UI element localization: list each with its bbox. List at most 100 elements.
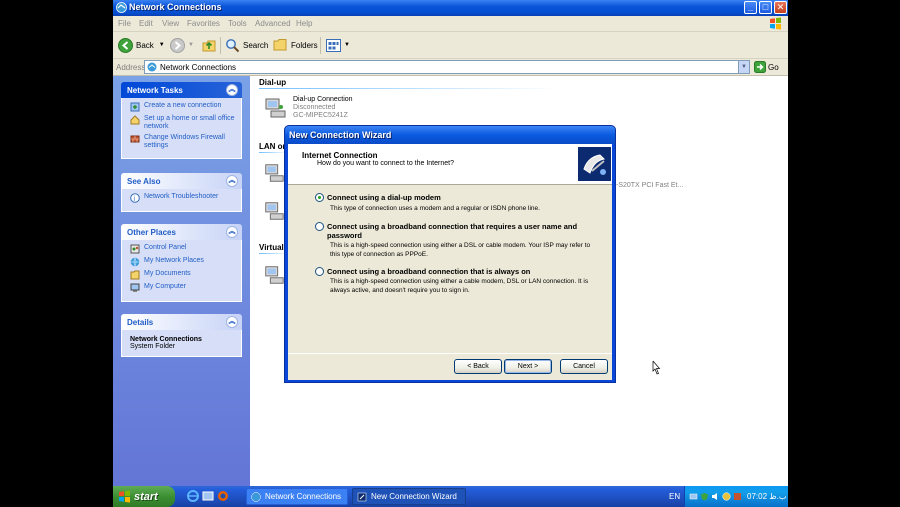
control-panel-icon	[130, 244, 140, 254]
views-button[interactable]: ▼	[326, 37, 350, 53]
task-firewall-settings[interactable]: Change Windows Firewall settings	[130, 134, 235, 150]
see-also-header[interactable]: See Also ︽	[121, 173, 242, 189]
other-places-header[interactable]: Other Places ︽	[121, 224, 242, 240]
collapse-chevron-icon[interactable]: ︽	[226, 175, 238, 187]
dialup-connection-item[interactable]: Dial-up Connection Disconnected GC-MIPEC…	[263, 96, 353, 120]
group-divider	[259, 88, 559, 89]
details-title: Details	[127, 317, 154, 327]
tray-network-icon[interactable]	[689, 492, 698, 501]
taskbar-button-new-connection-wizard[interactable]: New Connection Wizard	[352, 488, 466, 505]
windows-flag-icon	[119, 490, 130, 503]
dialup-connection-name: Dial-up Connection	[293, 96, 353, 103]
radio-broadband-always-on[interactable]	[315, 267, 324, 276]
address-input[interactable]: Network Connections ▼	[144, 60, 750, 74]
task-network-troubleshooter[interactable]: i Network Troubleshooter	[130, 193, 235, 203]
details-header[interactable]: Details ︽	[121, 314, 242, 330]
option-dialup-label[interactable]: Connect using a dial-up modem	[327, 193, 605, 202]
window-title-bar[interactable]: Network Connections _ □ ✕	[113, 0, 788, 16]
search-label: Search	[243, 40, 269, 50]
search-button[interactable]: Search	[225, 37, 268, 53]
menu-bar: File Edit View Favorites Tools Advanced …	[113, 16, 788, 32]
documents-icon	[130, 270, 140, 280]
folders-icon	[273, 39, 287, 51]
firewall-icon	[130, 135, 140, 143]
dialup-connection-status: Disconnected	[293, 104, 336, 111]
wizard-cancel-button[interactable]: Cancel	[560, 359, 608, 374]
show-desktop-icon[interactable]	[202, 490, 214, 502]
menu-tools[interactable]: Tools	[228, 19, 247, 28]
other-places-title: Other Places	[127, 227, 176, 237]
language-indicator[interactable]: EN	[669, 492, 680, 501]
taskbar-button-label: New Connection Wizard	[371, 492, 457, 501]
wizard-header-title: Internet Connection	[302, 151, 378, 160]
back-button[interactable]: Back ▼	[118, 37, 165, 53]
place-label: My Documents	[144, 270, 191, 277]
folders-button[interactable]: Folders	[273, 37, 318, 53]
task-create-new-connection[interactable]: Create a new connection	[130, 102, 235, 112]
network-connections-icon	[116, 2, 127, 13]
collapse-chevron-icon[interactable]: ︽	[226, 84, 238, 96]
virtual-connection-icon[interactable]	[263, 264, 285, 286]
lan-connection-icon[interactable]	[263, 200, 285, 222]
menu-edit[interactable]: Edit	[139, 19, 153, 28]
up-folder-icon[interactable]	[201, 37, 217, 53]
menu-favorites[interactable]: Favorites	[187, 19, 220, 28]
tray-security-icon[interactable]	[722, 492, 731, 501]
start-button[interactable]: start	[113, 486, 175, 507]
option-broadband-always-on-label[interactable]: Connect using a broadband connection tha…	[327, 267, 605, 276]
views-dropdown-icon[interactable]: ▼	[344, 42, 350, 48]
details-type: System Folder	[130, 343, 176, 350]
place-my-documents[interactable]: My Documents	[130, 270, 235, 280]
quick-launch	[187, 490, 229, 502]
wizard-back-button[interactable]: < Back	[454, 359, 502, 374]
place-my-computer[interactable]: My Computer	[130, 283, 235, 293]
toolbar: Back ▼ ▼ Search Folders ▼	[113, 32, 788, 59]
go-label: Go	[768, 62, 779, 72]
radio-broadband-user-password[interactable]	[315, 222, 324, 231]
collapse-chevron-icon[interactable]: ︽	[226, 316, 238, 328]
option-broadband-user-password-label[interactable]: Connect using a broadband connection tha…	[327, 222, 605, 240]
views-icon	[326, 38, 341, 52]
tray-shield-icon[interactable]	[700, 492, 709, 501]
task-home-network[interactable]: Set up a home or small office network	[130, 115, 235, 131]
maximize-button[interactable]: □	[759, 1, 772, 14]
tray-app-icon[interactable]	[733, 492, 742, 501]
go-button[interactable]: Go	[754, 60, 779, 74]
close-button[interactable]: ✕	[774, 1, 787, 14]
other-places-panel: Other Places ︽ Control Panel My Network …	[121, 224, 242, 302]
firefox-icon[interactable]	[217, 490, 229, 502]
wizard-header: Internet Connection How do you want to c…	[288, 144, 612, 185]
address-dropdown-icon[interactable]: ▼	[738, 61, 749, 73]
tray-volume-icon[interactable]	[711, 492, 720, 501]
clock[interactable]: 07:02 ب.ظ	[747, 492, 786, 501]
network-tasks-header[interactable]: Network Tasks ︽	[121, 82, 242, 98]
back-dropdown-icon[interactable]: ▼	[159, 42, 165, 48]
menu-file[interactable]: File	[118, 19, 131, 28]
system-tray: 07:02 ب.ظ	[684, 486, 788, 507]
address-label: Address	[116, 63, 146, 72]
wizard-title-bar[interactable]: New Connection Wizard	[285, 126, 615, 144]
lan-connection-icon[interactable]	[263, 162, 285, 184]
place-my-network-places[interactable]: My Network Places	[130, 257, 235, 267]
option-dialup-description: This type of connection uses a modem and…	[330, 205, 540, 212]
place-control-panel[interactable]: Control Panel	[130, 244, 235, 254]
network-connections-icon	[251, 491, 261, 502]
forward-dropdown-icon[interactable]: ▼	[188, 42, 194, 48]
collapse-chevron-icon[interactable]: ︽	[226, 226, 238, 238]
taskbar-button-network-connections[interactable]: Network Connections	[246, 488, 348, 505]
wizard-next-button[interactable]: Next >	[504, 359, 552, 374]
start-label: start	[134, 490, 158, 503]
forward-button[interactable]: ▼	[170, 37, 194, 53]
menu-view[interactable]: View	[162, 19, 179, 28]
wizard-body: Internet Connection How do you want to c…	[288, 144, 612, 380]
internet-explorer-icon[interactable]	[187, 490, 199, 502]
menu-advanced[interactable]: Advanced	[255, 19, 291, 28]
new-connection-wizard-dialog: New Connection Wizard Internet Connectio…	[284, 125, 616, 383]
address-bar: Address Network Connections ▼ Go	[113, 59, 788, 76]
menu-help[interactable]: Help	[296, 19, 312, 28]
minimize-button[interactable]: _	[744, 1, 757, 14]
network-connections-icon	[147, 62, 157, 72]
option-broadband-user-password-description: This is a high-speed connection using ei…	[330, 242, 591, 258]
mouse-pointer-icon	[652, 361, 661, 375]
radio-dialup-modem[interactable]	[315, 193, 324, 202]
